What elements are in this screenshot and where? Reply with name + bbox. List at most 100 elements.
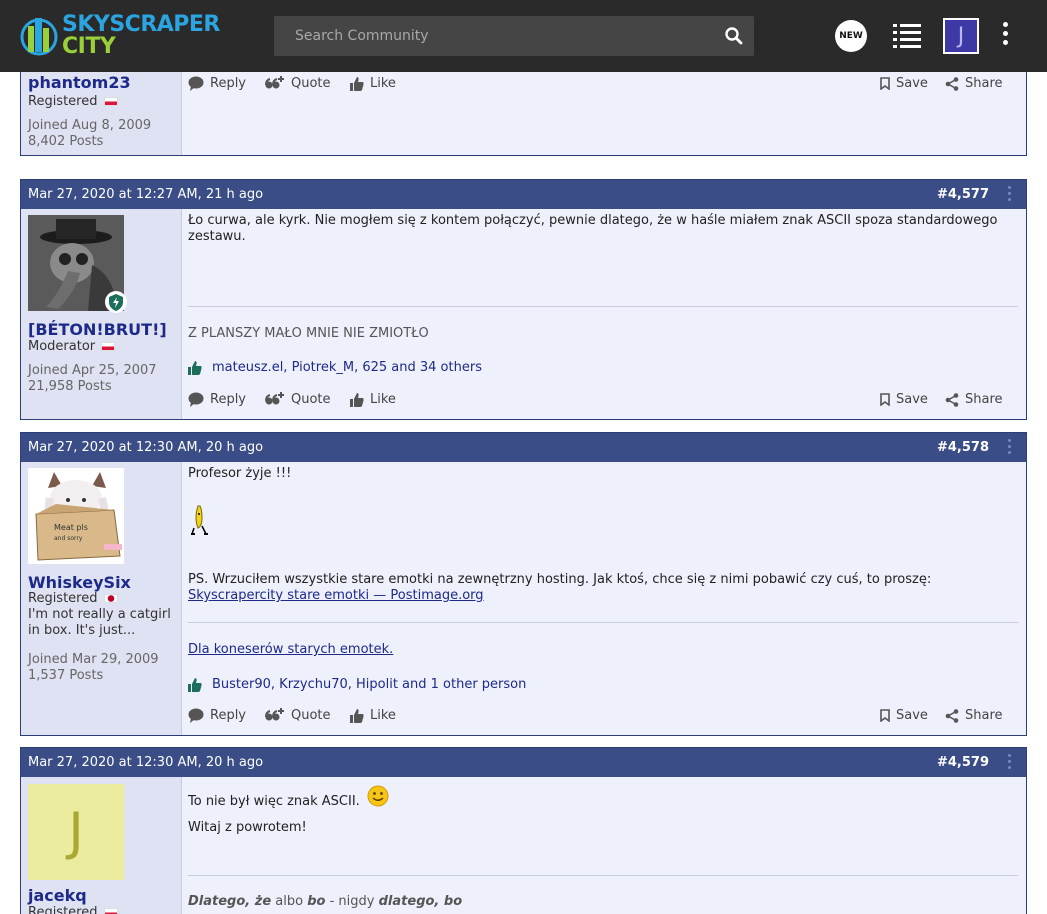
likes-summary[interactable]: Buster90, Krzychu70, Hipolit and 1 other… [188,677,526,692]
quote-button[interactable]: Quote [265,76,331,91]
author-role: Registered [28,905,118,914]
post-date[interactable]: Mar 27, 2020 at 12:30 AM, 20 h ago [28,440,263,455]
post-number[interactable]: #4,577 [937,187,989,202]
search-icon[interactable] [724,26,744,46]
signature-divider [188,306,1018,307]
post-content: Profesor żyje !!! PS. Wrzuciłem wszystki… [182,462,1026,735]
save-button[interactable]: Save [880,392,928,407]
post-actions: Reply Quote Like Save Share [188,708,1004,726]
author-name[interactable]: jacekq [28,886,87,905]
signature-divider [188,622,1018,623]
flag-poland-icon [103,908,118,914]
author-joined: Joined Apr 25, 2007 [28,363,157,378]
signature-text: Dlatego, że albo bo - nigdy dlatego, bo [188,894,462,909]
thumbs-up-icon [350,392,364,407]
post-menu-icon[interactable] [1008,439,1014,457]
post-content: Reply Quote Like Save Share [182,63,1026,155]
reply-button[interactable]: Reply [188,76,246,91]
moderator-shield-icon [105,291,127,313]
like-label: Like [370,392,396,407]
likes-text: mateusz.el, Piotrek_M, 625 and 34 others [212,360,482,375]
more-menu-icon[interactable] [998,22,1012,50]
svg-text:Meat pls: Meat pls [54,523,88,532]
user-avatar-button[interactable]: J [943,18,979,54]
like-button[interactable]: Like [350,708,396,723]
share-button[interactable]: Share [945,76,1003,91]
search-input[interactable] [274,16,714,56]
list-icon[interactable] [893,23,921,49]
save-label: Save [896,708,928,723]
flag-poland-icon [103,97,118,106]
share-button[interactable]: Share [945,392,1003,407]
author-avatar[interactable]: Meat pls and sorry [28,468,124,564]
author-joined: Joined Mar 29, 2009 [28,652,159,667]
like-button[interactable]: Like [350,392,396,407]
post-author-panel: [BÉTON!BRUT!] Moderator Joined Apr 25, 2… [21,209,182,419]
signature-link[interactable]: Dla koneserów starych emotek. [188,642,393,657]
flag-japan-icon [103,594,118,603]
share-icon [945,392,959,407]
reply-label: Reply [210,392,247,407]
flag-poland-icon [101,342,116,351]
like-label: Like [370,76,396,91]
share-button[interactable]: Share [945,708,1003,723]
save-button[interactable]: Save [880,76,928,91]
post-menu-icon[interactable] [1008,186,1014,204]
post: Mar 27, 2020 at 12:30 AM, 20 h ago #4,57… [20,432,1027,736]
author-name[interactable]: WhiskeySix [28,573,131,592]
post-number[interactable]: #4,579 [937,755,989,770]
quote-icon [265,76,284,89]
thumbs-up-icon [188,360,202,375]
post-actions: Reply Quote Like Save Share [188,76,1004,94]
quote-button[interactable]: Quote [265,392,331,407]
post-body-text: Profesor żyje !!! [188,466,292,481]
author-role: Registered [28,94,118,109]
post-date[interactable]: Mar 27, 2020 at 12:27 AM, 21 h ago [28,187,263,202]
reply-label: Reply [210,708,247,723]
avatar-letter: J [957,23,965,49]
post-author-panel: J jacekq Registered [21,777,182,914]
post-menu-icon[interactable] [1008,754,1014,772]
author-post-count: 8,402 Posts [28,134,104,149]
post-body-text-ps: PS. Wrzuciłem wszystkie stare emotki na … [188,572,1018,604]
like-button[interactable]: Like [350,76,396,91]
author-name[interactable]: phantom23 [28,73,131,92]
author-name[interactable]: [BÉTON!BRUT!] [28,320,167,339]
reply-button[interactable]: Reply [188,392,246,407]
sig-part: albo [275,894,304,909]
post-author-panel: Meat pls and sorry WhiskeySix Registered… [21,462,182,735]
post-header: Mar 27, 2020 at 12:30 AM, 20 h ago #4,57… [21,433,1026,462]
site-logo[interactable]: SKYSCRAPER CITY [20,12,220,60]
role-label: Registered [28,94,98,109]
likes-summary[interactable]: mateusz.el, Piotrek_M, 625 and 34 others [188,360,482,375]
post-header: Mar 27, 2020 at 12:30 AM, 20 h ago #4,57… [21,748,1026,777]
post-body-text-2: Witaj z powrotem! [188,820,307,835]
post-number[interactable]: #4,578 [937,440,989,455]
role-label: Registered [28,905,98,914]
quote-label: Quote [291,392,331,407]
likes-text: Buster90, Krzychu70, Hipolit and 1 other… [212,677,527,692]
quote-button[interactable]: Quote [265,708,331,723]
post-author-panel: phantom23 Registered Joined Aug 8, 2009 … [21,63,182,155]
like-label: Like [370,708,396,723]
quote-icon [265,392,284,405]
quote-icon [265,708,284,721]
share-label: Share [965,76,1003,91]
author-avatar[interactable]: J [28,784,124,880]
post: phantom23 Registered Joined Aug 8, 2009 … [20,62,1027,156]
bookmark-icon [880,77,890,90]
reply-label: Reply [210,76,247,91]
post-date[interactable]: Mar 27, 2020 at 12:30 AM, 20 h ago [28,755,263,770]
reply-button[interactable]: Reply [188,708,246,723]
new-posts-button[interactable]: NEW [835,20,867,52]
save-button[interactable]: Save [880,708,928,723]
bookmark-icon [880,393,890,406]
external-link[interactable]: Skyscrapercity stare emotki — Postimage.… [188,588,484,603]
save-label: Save [896,76,928,91]
quote-label: Quote [291,76,331,91]
signature-text: Z PLANSZY MAŁO MNIE NIE ZMIOTŁO [188,326,429,341]
author-joined: Joined Aug 8, 2009 [28,118,152,133]
post-content: To nie był więc znak ASCII. Witaj z powr… [182,777,1026,914]
sig-part: - nigdy [329,894,375,909]
thumbs-up-icon [350,708,364,723]
